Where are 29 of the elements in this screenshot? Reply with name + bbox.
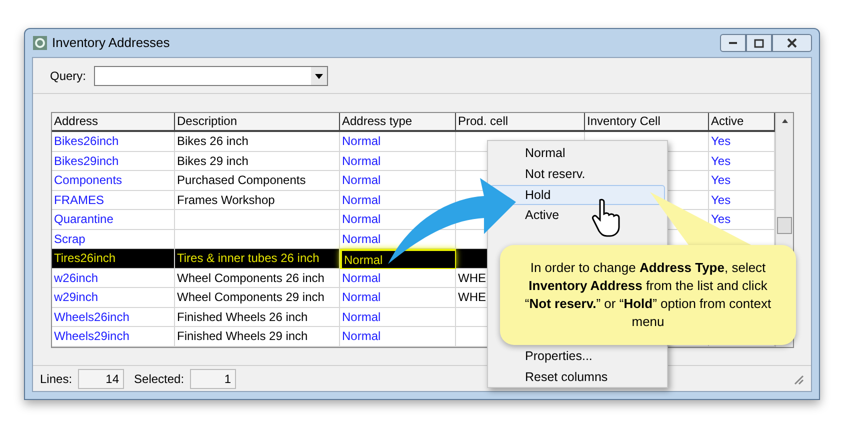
scroll-thumb[interactable] bbox=[777, 217, 792, 234]
lines-count: 14 bbox=[78, 368, 124, 388]
address-type-cell: Normal bbox=[340, 327, 456, 346]
menu-item[interactable]: Properties... bbox=[490, 346, 665, 367]
minimize-icon bbox=[728, 41, 738, 45]
caret-icon bbox=[311, 66, 328, 84]
close-icon bbox=[787, 38, 797, 48]
column-header[interactable]: Description bbox=[175, 113, 340, 132]
column-header[interactable]: Prod. cell bbox=[456, 113, 585, 132]
description-cell: Finished Wheels 29 inch bbox=[175, 327, 340, 346]
app-icon bbox=[32, 35, 48, 51]
column-header[interactable]: Address type bbox=[340, 113, 456, 132]
menu-item[interactable]: Reset columns bbox=[490, 366, 665, 388]
lines-label: Lines: bbox=[40, 370, 72, 388]
minimize-button[interactable] bbox=[720, 34, 746, 52]
selected-label: Selected: bbox=[134, 370, 184, 388]
hand-cursor-icon bbox=[591, 197, 621, 237]
column-header[interactable]: Address bbox=[52, 113, 175, 132]
column-header[interactable]: Inventory Cell bbox=[585, 113, 709, 132]
address-cell: Wheels29inch bbox=[52, 327, 175, 346]
window-title: Inventory Addresses bbox=[52, 34, 170, 52]
resize-grip-icon[interactable] bbox=[792, 372, 804, 384]
selected-count: 1 bbox=[190, 368, 236, 388]
query-label: Query: bbox=[50, 68, 86, 84]
maximize-icon bbox=[754, 38, 764, 48]
column-header[interactable]: Active bbox=[709, 113, 775, 132]
close-button[interactable] bbox=[772, 34, 812, 52]
maximize-button[interactable] bbox=[746, 34, 772, 52]
query-dropdown[interactable] bbox=[94, 66, 328, 86]
